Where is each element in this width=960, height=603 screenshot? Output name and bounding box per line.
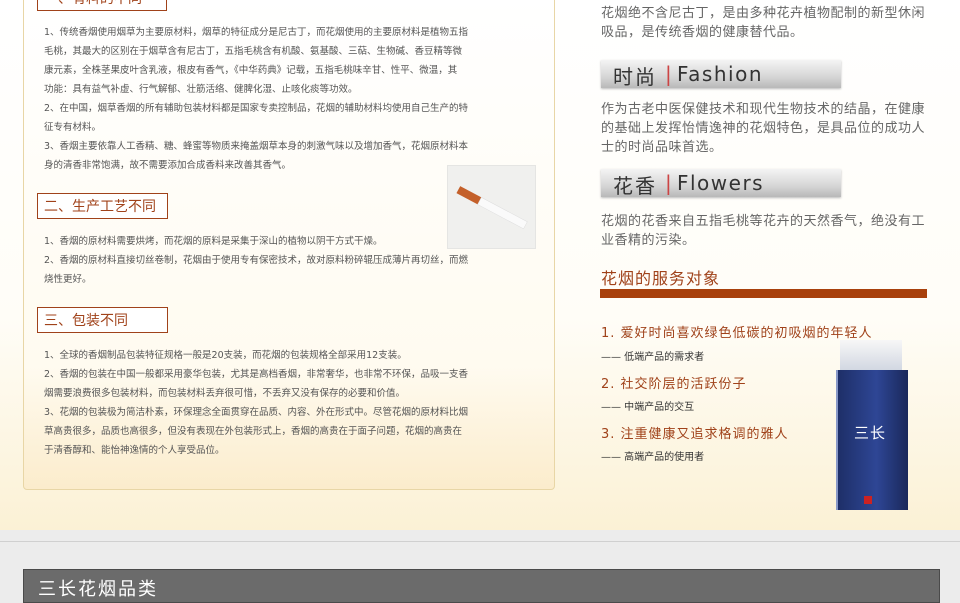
intro-text: 花烟绝不含尼古丁，是由多种花卉植物配制的新型休闲吸品，是传统香烟的健康替代品。: [601, 6, 926, 40]
paragraph-line: 毛桃，其最大的区别在于烟草含有尼古丁，五指毛桃含有机酸、氨基酸、三萜、生物碱、香…: [44, 46, 463, 57]
section-title-process: 二、生产工艺不同: [37, 193, 168, 219]
service-item-sub: —— 低端产品的需求者: [601, 352, 705, 363]
pack-seal: [864, 496, 872, 504]
pack-foil: [840, 340, 902, 374]
service-title: 花烟的服务对象: [601, 269, 721, 288]
divider: [0, 541, 960, 542]
paragraph-line: 3、花烟的包装极为简洁朴素，环保理念全面贯穿在品质、内容、外在形式中。尽管花烟的…: [44, 407, 469, 418]
category-bar: 三长花烟品类: [23, 569, 940, 603]
service-item: 1. 爱好时尚喜欢绿色低碳的初吸烟的年轻人: [601, 326, 873, 341]
category-title: 三长花烟品类: [38, 579, 158, 600]
paragraph-line: 康元素，全株茎果皮叶含乳液，根皮有香气，《中华药典》记载，五指毛桃味辛甘、性平、…: [44, 65, 458, 76]
paragraph-line: 烧性更好。: [44, 274, 92, 285]
paragraph-line: 功能：具有益气补虚、行气解郁、壮筋活络、健脾化湿、止咳化痰等功效。: [44, 84, 358, 95]
pack-logo: 三长: [854, 424, 887, 442]
paragraph-line: 2、香烟的原材料直接切丝卷制，花烟由于使用专有保密技术，故对原料粉碎辊压成薄片再…: [44, 255, 469, 266]
paragraph-line: 1、传统香烟使用烟草为主要原材料，烟草的特征成分是尼古丁，而花烟使用的主要原材料…: [44, 27, 469, 38]
service-rule: [600, 289, 927, 298]
paragraph-line: 2、在中国，烟草香烟的所有辅助包装材料都是国家专卖控制品，花烟的辅助材料均使用自…: [44, 103, 469, 114]
fashion-banner: 时尚 | Fashion: [601, 60, 841, 89]
service-item-sub: —— 中端产品的交互: [601, 402, 695, 413]
fashion-label-zh: 时尚: [613, 65, 657, 89]
paragraph-line: 1、全球的香烟制品包装特征规格一般是20支装，而花烟的包装规格全部采用12支装。: [44, 350, 407, 361]
fashion-label-en: Fashion: [677, 62, 763, 86]
flowers-separator: |: [665, 171, 672, 195]
paragraph-line: 3、香烟主要依靠人工香精、糖、蜂蜜等物质来掩盖烟草本身的刺激气味以及增加香气，花…: [44, 141, 469, 152]
cigarette-image: [447, 165, 536, 249]
service-item: 2. 社交阶层的活跃份子: [601, 377, 747, 392]
section-title-materials: 一、有料的不同: [37, 0, 167, 11]
paragraph-line: 烟需要浪费很多包装材料，而包装材料丢弃很可惜，不丢弃又没有保存的必要和价值。: [44, 388, 406, 399]
service-item: 3. 注重健康又追求格调的雅人: [601, 427, 789, 442]
flowers-text: 花烟的花香来自五指毛桃等花卉的天然香气，绝没有工业香精的污染。: [601, 214, 926, 248]
cigarette-icon: [456, 186, 528, 230]
section-title-packaging: 三、包装不同: [37, 307, 168, 333]
paragraph-line: 于清香醇和、能怡神逸情的个人享受品位。: [44, 445, 225, 456]
section3-text: 1、全球的香烟制品包装特征规格一般是20支装，而花烟的包装规格全部采用12支装。…: [44, 346, 539, 460]
fashion-text: 作为古老中医保健技术和现代生物技术的结晶，在健康的基础上发挥怡情逸神的花烟特色，…: [601, 102, 926, 155]
cigarette-pack-image: 三长: [836, 340, 910, 510]
section1-text: 1、传统香烟使用烟草为主要原材料，烟草的特征成分是尼古丁，而花烟使用的主要原材料…: [44, 23, 539, 175]
fashion-separator: |: [665, 62, 672, 86]
service-item-sub: —— 高端产品的使用者: [601, 452, 705, 463]
paragraph-line: 草高贵很多，品质也高很多，但没有表现在外包装形式上，香烟的高贵在于面子问题，花烟…: [44, 426, 463, 437]
flowers-label-zh: 花香: [613, 174, 657, 198]
flowers-banner: 花香 | Flowers: [601, 169, 841, 198]
flowers-label-en: Flowers: [677, 171, 765, 195]
paragraph-line: 2、香烟的包装在中国一般都采用豪华包装，尤其是高档香烟，非常奢华，也非常不环保，…: [44, 369, 469, 380]
paragraph-line: 征专有材料。: [44, 122, 102, 133]
